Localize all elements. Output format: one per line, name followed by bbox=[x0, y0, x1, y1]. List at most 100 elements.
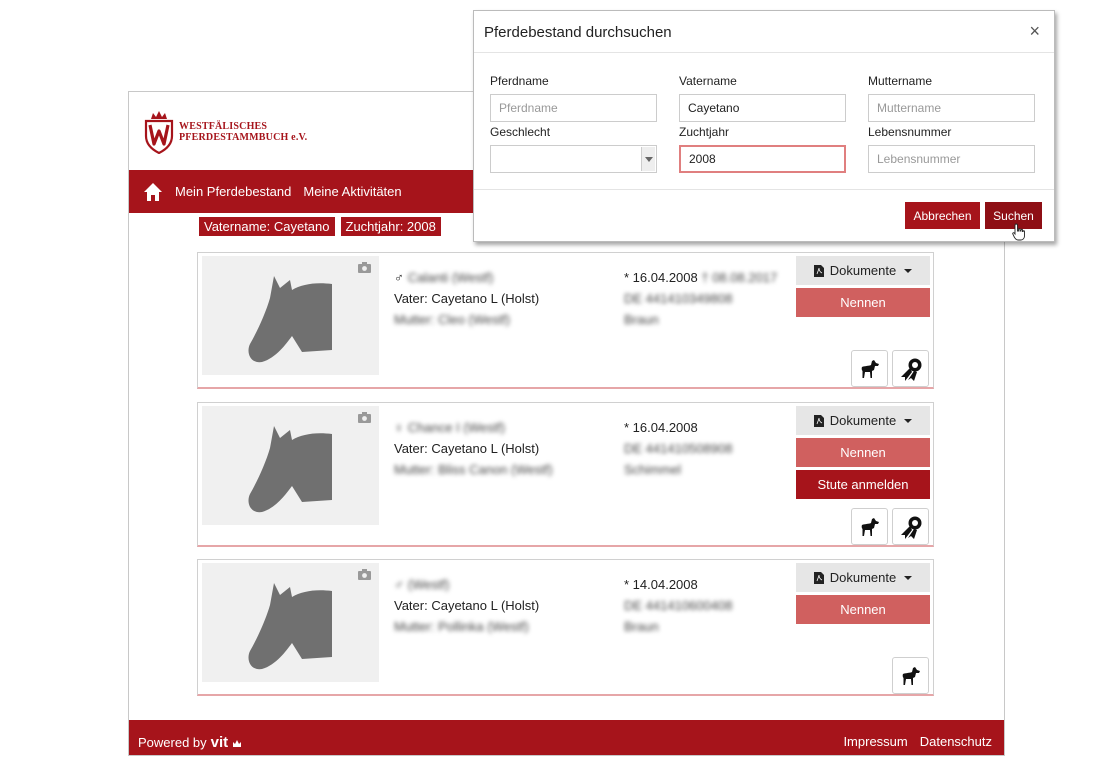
geschlecht-select[interactable] bbox=[490, 145, 657, 173]
footer: Powered by vit Impressum Datenschutz bbox=[129, 720, 1004, 755]
horse-mother: Mutter: Pollinka (Westf) bbox=[394, 619, 529, 634]
female-icon: ♀ bbox=[394, 420, 404, 435]
hand-cursor-icon bbox=[1012, 223, 1025, 241]
birth-date: * 14.04.2008 bbox=[624, 577, 698, 592]
horse-card: ♂ Calanti (Westf) Vater: Cayetano L (Hols… bbox=[197, 252, 934, 389]
male-icon: ♂ bbox=[394, 577, 404, 592]
death-date: † 08.08.2017 bbox=[701, 270, 778, 285]
birth-date: * 16.04.2008 bbox=[624, 420, 698, 435]
horse-dates: * 16.04.2008 † 08.08.2017 DE 44141034980… bbox=[624, 267, 777, 330]
camera-icon[interactable] bbox=[358, 412, 371, 423]
muttername-input[interactable] bbox=[868, 94, 1035, 122]
horse-card: ♀ Chance I (Westf) Vater: Cayetano L (Hol… bbox=[197, 402, 934, 547]
zuchtjahr-label: Zuchtjahr bbox=[679, 125, 730, 139]
stute-anmelden-button[interactable]: Stute anmelden bbox=[796, 470, 930, 499]
horse-pedigree-button[interactable] bbox=[851, 508, 888, 545]
crest-icon bbox=[144, 111, 174, 154]
vatername-label: Vatername bbox=[679, 74, 737, 88]
lebensnummer-label: Lebensnummer bbox=[868, 125, 952, 139]
award-button[interactable] bbox=[892, 350, 929, 387]
horse-photo-placeholder[interactable] bbox=[202, 563, 379, 682]
nennen-button[interactable]: Nennen bbox=[796, 438, 930, 467]
powered-by[interactable]: Powered by vit bbox=[138, 734, 242, 751]
lebensnummer-input[interactable] bbox=[868, 145, 1035, 173]
camera-icon[interactable] bbox=[358, 262, 371, 273]
horse-color: Schimmel bbox=[624, 462, 682, 477]
documents-dropdown-button[interactable]: Dokumente bbox=[796, 406, 930, 435]
modal-divider bbox=[474, 189, 1054, 190]
modal-header: Pferdebestand durchsuchen × bbox=[474, 11, 1054, 53]
documents-label: Dokumente bbox=[829, 263, 897, 278]
horse-card: ♂ (Westf) Vater: Cayetano L (Holst) Mutte… bbox=[197, 559, 934, 696]
vatername-input[interactable] bbox=[679, 94, 846, 122]
home-icon[interactable] bbox=[143, 182, 163, 202]
horse-father: Vater: Cayetano L (Holst) bbox=[394, 598, 540, 613]
horse-mother: Mutter: Cleo (Westf) bbox=[394, 312, 511, 327]
horse-name: (Westf) bbox=[407, 577, 450, 592]
chevron-down-icon bbox=[641, 147, 655, 171]
footer-links: Impressum Datenschutz bbox=[843, 734, 992, 749]
birth-date: * 16.04.2008 bbox=[624, 270, 698, 285]
horse-head-icon bbox=[248, 583, 332, 670]
modal-title: Pferdebestand durchsuchen bbox=[484, 24, 672, 41]
abbrechen-button[interactable]: Abbrechen bbox=[905, 202, 980, 229]
horse-icon bbox=[861, 517, 879, 536]
horse-pedigree-button[interactable] bbox=[851, 350, 888, 387]
vit-logo: vit bbox=[210, 734, 229, 751]
horse-head-icon bbox=[248, 426, 332, 513]
horse-photo-placeholder[interactable] bbox=[202, 406, 379, 525]
award-button[interactable] bbox=[892, 508, 929, 545]
male-icon: ♂ bbox=[394, 270, 404, 285]
pdf-icon bbox=[813, 414, 824, 427]
horse-dates: * 14.04.2008 DE 441410600408 Braun bbox=[624, 574, 732, 637]
horse-info: ♂ Calanti (Westf) Vater: Cayetano L (Hols… bbox=[394, 267, 539, 330]
caret-down-icon bbox=[904, 418, 913, 423]
filter-chip-vatername[interactable]: Vatername: Cayetano bbox=[199, 217, 335, 236]
horse-pedigree-button[interactable] bbox=[892, 657, 929, 694]
horse-icon bbox=[902, 666, 920, 685]
nav-meine-aktivitaeten[interactable]: Meine Aktivitäten bbox=[303, 184, 401, 199]
camera-icon[interactable] bbox=[358, 569, 371, 580]
pdf-icon bbox=[813, 571, 824, 584]
horse-name-line[interactable]: ♂ Calanti (Westf) bbox=[394, 267, 539, 288]
zuchtjahr-input[interactable] bbox=[679, 145, 846, 173]
impressum-link[interactable]: Impressum bbox=[843, 734, 907, 749]
horse-info: ♀ Chance I (Westf) Vater: Cayetano L (Hol… bbox=[394, 417, 553, 480]
horse-father: Vater: Cayetano L (Holst) bbox=[394, 291, 540, 306]
caret-down-icon bbox=[904, 575, 913, 580]
active-filters: Vatername: Cayetano Zuchtjahr: 2008 bbox=[199, 217, 441, 236]
brand-logo[interactable]: WESTFÄLISCHES PFERDESTAMMBUCH e.V. bbox=[143, 110, 307, 154]
award-ribbon-icon bbox=[900, 516, 921, 539]
vit-crown-icon bbox=[233, 739, 242, 747]
documents-label: Dokumente bbox=[829, 413, 897, 428]
brand-name: WESTFÄLISCHES PFERDESTAMMBUCH e.V. bbox=[179, 121, 307, 143]
brand-line-1: WESTFÄLISCHES bbox=[179, 121, 268, 132]
documents-dropdown-button[interactable]: Dokumente bbox=[796, 256, 930, 285]
documents-dropdown-button[interactable]: Dokumente bbox=[796, 563, 930, 592]
horse-ueln: DE 441410600408 bbox=[624, 598, 733, 613]
nennen-button[interactable]: Nennen bbox=[796, 288, 930, 317]
documents-label: Dokumente bbox=[829, 570, 897, 585]
powered-label: Powered by bbox=[138, 735, 207, 750]
geschlecht-label: Geschlecht bbox=[490, 125, 551, 139]
horse-name-line[interactable]: ♂ (Westf) bbox=[394, 574, 539, 595]
close-icon[interactable]: × bbox=[1029, 21, 1040, 42]
horse-father: Vater: Cayetano L (Holst) bbox=[394, 441, 540, 456]
horse-photo-placeholder[interactable] bbox=[202, 256, 379, 375]
horse-icon bbox=[861, 359, 879, 378]
caret-down-icon bbox=[904, 268, 913, 273]
horse-name: Chance I (Westf) bbox=[407, 420, 506, 435]
horse-name-line[interactable]: ♀ Chance I (Westf) bbox=[394, 417, 553, 438]
brand-line-2: PFERDESTAMMBUCH e.V. bbox=[179, 132, 308, 143]
horse-color: Braun bbox=[624, 619, 659, 634]
pdf-icon bbox=[813, 264, 824, 277]
horse-head-icon bbox=[248, 276, 332, 363]
horse-ueln: DE 441410349808 bbox=[624, 291, 733, 306]
horse-info: ♂ (Westf) Vater: Cayetano L (Holst) Mutte… bbox=[394, 574, 539, 637]
filter-chip-zuchtjahr[interactable]: Zuchtjahr: 2008 bbox=[340, 217, 441, 236]
datenschutz-link[interactable]: Datenschutz bbox=[920, 734, 992, 749]
nennen-button[interactable]: Nennen bbox=[796, 595, 930, 624]
nav-mein-pferdebestand[interactable]: Mein Pferdebestand bbox=[175, 184, 291, 199]
horse-ueln: DE 441410508908 bbox=[624, 441, 733, 456]
pferdname-input[interactable] bbox=[490, 94, 657, 122]
